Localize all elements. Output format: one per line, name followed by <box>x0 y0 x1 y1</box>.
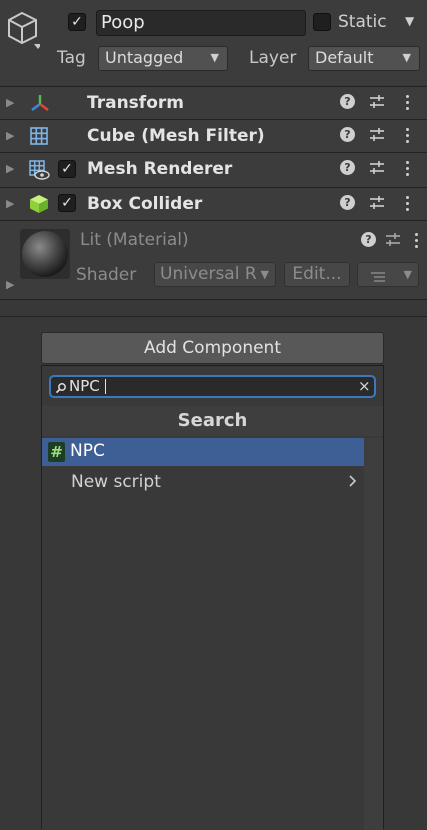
tag-label: Tag <box>57 48 86 68</box>
script-hash-icon: # <box>48 442 65 462</box>
result-item-npc[interactable]: # NPC <box>42 438 364 466</box>
foldout-arrow-icon[interactable]: ▶ <box>6 197 14 210</box>
chevron-down-icon: ▼ <box>210 51 219 64</box>
help-icon[interactable]: ? <box>340 160 355 175</box>
static-checkbox[interactable] <box>313 13 331 31</box>
shader-edit-button[interactable]: Edit... <box>284 262 350 287</box>
result-label: NPC <box>70 441 105 461</box>
material-preview-sphere[interactable] <box>20 229 70 279</box>
material-name: Lit (Material) <box>80 230 189 250</box>
material-section: ▶ Lit (Material) ? Shader Universal R ▼ … <box>0 220 427 300</box>
chevron-down-icon: ▼ <box>403 268 412 281</box>
transform-axes-icon <box>30 93 50 113</box>
presets-icon[interactable] <box>385 231 401 249</box>
clear-search-icon[interactable]: × <box>358 377 371 396</box>
component-mesh-filter[interactable]: ▶ Cube (Mesh Filter) ? <box>0 119 427 152</box>
chevron-down-icon: ▼ <box>260 268 269 281</box>
add-component-label: Add Component <box>143 338 281 358</box>
chevron-down-icon: ▼ <box>402 51 411 64</box>
active-checkbox[interactable]: ✓ <box>68 13 86 31</box>
result-item-new-script[interactable]: New script <box>42 468 364 496</box>
result-label: New script <box>71 472 161 492</box>
shader-label: Shader <box>76 265 137 285</box>
search-header-label: Search <box>177 410 248 431</box>
component-box-collider[interactable]: ▶ ✓ Box Collider ? <box>0 187 427 220</box>
shader-dropdown[interactable]: Universal R ▼ <box>154 262 276 287</box>
tag-value: Untagged <box>105 48 184 67</box>
object-name-field[interactable]: Poop <box>96 10 306 36</box>
help-icon[interactable]: ? <box>340 94 355 109</box>
mesh-renderer-icon <box>28 159 50 181</box>
gameobject-cube-icon[interactable] <box>6 10 42 50</box>
tag-dropdown[interactable]: Untagged ▼ <box>98 46 228 71</box>
shader-options-dropdown[interactable]: ▼ <box>357 262 419 287</box>
static-dropdown-arrow-icon[interactable]: ▼ <box>405 14 414 28</box>
component-transform[interactable]: ▶ Transform ? <box>0 86 427 119</box>
kebab-menu-icon[interactable] <box>413 231 419 249</box>
box-collider-enabled-checkbox[interactable]: ✓ <box>58 194 76 212</box>
component-title: Box Collider <box>87 194 203 214</box>
foldout-arrow-icon[interactable]: ▶ <box>6 96 14 109</box>
layer-dropdown[interactable]: Default ▼ <box>308 46 420 71</box>
component-title: Cube (Mesh Filter) <box>87 126 265 146</box>
edit-button-label: Edit... <box>292 264 342 284</box>
help-icon[interactable]: ? <box>361 232 376 247</box>
mesh-renderer-enabled-checkbox[interactable]: ✓ <box>58 160 76 178</box>
foldout-arrow-icon[interactable]: ▶ <box>6 162 14 175</box>
foldout-arrow-icon[interactable]: ▶ <box>6 278 14 291</box>
component-title: Transform <box>87 93 184 113</box>
kebab-menu-icon[interactable] <box>404 93 410 111</box>
component-title: Mesh Renderer <box>87 159 233 179</box>
box-collider-cube-icon <box>28 193 50 215</box>
list-icon <box>370 269 386 282</box>
divider <box>0 316 427 317</box>
presets-icon[interactable] <box>369 93 385 111</box>
kebab-menu-icon[interactable] <box>404 126 410 144</box>
static-label: Static <box>338 12 387 32</box>
kebab-menu-icon[interactable] <box>404 194 410 212</box>
layer-label: Layer <box>249 48 297 68</box>
search-input-text: NPC <box>69 377 100 395</box>
chevron-right-icon <box>348 473 358 489</box>
help-icon[interactable]: ? <box>340 127 355 142</box>
text-cursor <box>105 379 106 394</box>
presets-icon[interactable] <box>369 159 385 177</box>
inspector-header: ✓ Poop Static ▼ Tag Untagged ▼ Layer Def… <box>0 0 427 85</box>
add-component-popup: NPC × Search # NPC New script <box>41 365 384 830</box>
search-results-header: Search <box>42 406 383 436</box>
results-scrollbar[interactable] <box>364 438 383 830</box>
help-icon[interactable]: ? <box>340 195 355 210</box>
shader-value: Universal R <box>160 264 257 284</box>
mesh-filter-grid-icon <box>29 126 49 146</box>
component-search-field[interactable]: NPC × <box>49 375 376 398</box>
layer-value: Default <box>315 48 374 67</box>
component-mesh-renderer[interactable]: ▶ ✓ Mesh Renderer ? <box>0 152 427 187</box>
add-component-button[interactable]: Add Component <box>41 332 384 364</box>
presets-icon[interactable] <box>369 126 385 144</box>
foldout-arrow-icon[interactable]: ▶ <box>6 129 14 142</box>
object-name-text: Poop <box>101 12 145 33</box>
search-icon <box>55 380 67 394</box>
kebab-menu-icon[interactable] <box>404 159 410 177</box>
presets-icon[interactable] <box>369 194 385 212</box>
